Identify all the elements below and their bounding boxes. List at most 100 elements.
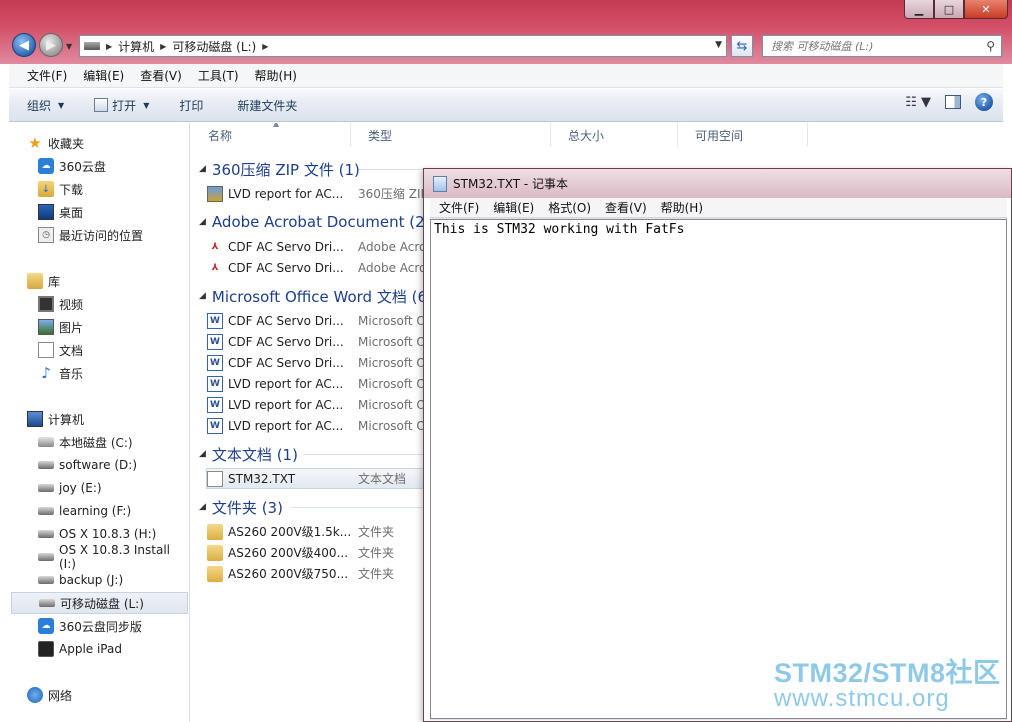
menu-tools[interactable]: 工具(T): [190, 65, 247, 87]
column-type[interactable]: 类型: [351, 123, 551, 147]
recent-pages-dropdown[interactable]: ▼: [66, 42, 72, 51]
np-menu-edit[interactable]: 编辑(E): [486, 198, 541, 218]
file-type: 文件夹: [358, 567, 395, 581]
column-free-space[interactable]: 可用空间: [678, 123, 808, 147]
group-folders[interactable]: ◢ 文件夹 (3): [199, 496, 283, 518]
caret-down-icon: ▼: [143, 100, 150, 110]
document-icon: [38, 342, 54, 358]
library-icon: [27, 273, 43, 289]
back-button[interactable]: ◀: [12, 33, 36, 57]
breadcrumb-removable-disk[interactable]: 可移动磁盘 (L:): [172, 38, 256, 55]
file-type: Microsoft O: [358, 334, 426, 349]
nav-libraries[interactable]: 库: [9, 270, 189, 292]
nav-item-apple-ipad[interactable]: Apple iPad: [9, 638, 189, 660]
nav-item-downloads[interactable]: ↓ 下载: [9, 178, 189, 200]
nav-drive-j[interactable]: backup (J:): [9, 569, 189, 591]
nav-label: Apple iPad: [59, 642, 122, 656]
group-text[interactable]: ◢ 文本文档 (1): [199, 443, 298, 465]
chevron-down-icon[interactable]: ▼: [715, 40, 722, 50]
star-icon: ★: [28, 134, 42, 152]
nav-item-recent-places[interactable]: ◷ 最近访问的位置: [9, 224, 189, 246]
nav-drive-f[interactable]: learning (F:): [9, 500, 189, 522]
nav-item-documents[interactable]: 文档: [9, 339, 189, 361]
file-name: CDF AC Servo Dri...: [228, 239, 344, 254]
address-bar[interactable]: ▶ 计算机 ▶ 可移动磁盘 (L:) ▶ ▼: [79, 35, 727, 57]
nav-drive-e[interactable]: joy (E:): [9, 477, 189, 499]
word-file-icon: W: [207, 396, 223, 413]
file-name: CDF AC Servo Dri...: [228, 355, 344, 370]
np-menu-help[interactable]: 帮助(H): [654, 198, 710, 218]
menu-help[interactable]: 帮助(H): [247, 65, 305, 87]
nav-label: 下载: [59, 182, 84, 197]
nav-label: 库: [48, 274, 61, 289]
group-word[interactable]: ◢ Microsoft Office Word 文档 (6): [199, 285, 433, 307]
np-menu-view[interactable]: 查看(V): [598, 198, 654, 218]
nav-item-desktop[interactable]: 桌面: [9, 201, 189, 223]
nav-item-360-cloud[interactable]: ☁ 360云盘: [9, 155, 189, 177]
refresh-button[interactable]: ⇆: [731, 35, 753, 57]
breadcrumb-computer[interactable]: 计算机: [118, 38, 154, 55]
menu-file[interactable]: 文件(F): [19, 65, 75, 87]
group-pdf[interactable]: ◢ Adobe Acrobat Document (2): [199, 211, 430, 233]
search-icon[interactable]: ⚲: [986, 39, 995, 53]
file-type: 文件夹: [358, 525, 395, 539]
nav-item-360-sync[interactable]: ☁ 360云盘同步版: [9, 615, 189, 637]
nav-network[interactable]: 网络: [9, 684, 189, 706]
nav-drive-h[interactable]: OS X 10.8.3 (H:): [9, 523, 189, 545]
column-total-size[interactable]: 总大小: [551, 123, 678, 147]
open-button[interactable]: 打开 ▼: [86, 92, 157, 118]
file-name: AS260 200V级400...: [228, 546, 349, 560]
word-file-icon: W: [207, 354, 223, 371]
recent-places-icon: ◷: [38, 227, 54, 243]
drive-icon: [38, 507, 54, 515]
nav-item-videos[interactable]: 视频: [9, 293, 189, 315]
nav-label: 桌面: [59, 205, 84, 220]
minimize-button[interactable]: ▁: [904, 0, 934, 19]
nav-label: 本地磁盘 (C:): [59, 435, 133, 450]
np-menu-format[interactable]: 格式(O): [541, 198, 598, 218]
file-type: Microsoft O: [358, 313, 426, 328]
nav-item-music[interactable]: ♪ 音乐: [9, 362, 189, 384]
nav-drive-l[interactable]: 可移动磁盘 (L:): [11, 592, 188, 614]
chevron-right-icon[interactable]: ▶: [160, 42, 166, 51]
notepad-titlebar[interactable]: STM32.TXT - 记事本: [424, 169, 1011, 198]
picture-icon: [38, 319, 54, 335]
search-box[interactable]: ⚲: [762, 35, 1002, 57]
notepad-menubar: 文件(F) 编辑(E) 格式(O) 查看(V) 帮助(H): [430, 198, 1007, 218]
nav-computer[interactable]: 计算机: [9, 408, 189, 430]
nav-item-pictures[interactable]: 图片: [9, 316, 189, 338]
nav-label: 可移动磁盘 (L:): [60, 596, 144, 611]
help-icon[interactable]: ?: [975, 93, 993, 111]
nav-drive-c[interactable]: 本地磁盘 (C:): [9, 431, 189, 453]
group-zip[interactable]: ◢ 360压缩 ZIP 文件 (1): [199, 158, 360, 180]
group-title: Adobe Acrobat Document (2): [211, 213, 431, 231]
np-menu-file[interactable]: 文件(F): [432, 198, 486, 218]
chevron-right-icon[interactable]: ▶: [106, 42, 112, 51]
nav-drive-i[interactable]: OS X 10.8.3 Install (I:): [9, 543, 189, 571]
nav-label: software (D:): [59, 458, 137, 472]
drive-icon: [38, 484, 54, 492]
nav-favorites[interactable]: ★ 收藏夹: [9, 132, 189, 154]
group-title: 360压缩 ZIP 文件 (1): [211, 160, 360, 179]
preview-pane-icon[interactable]: [945, 95, 961, 109]
menu-view[interactable]: 查看(V): [132, 65, 190, 87]
organize-button[interactable]: 组织 ▼: [19, 92, 72, 118]
file-type: Microsoft O: [358, 355, 426, 370]
column-name[interactable]: 名称: [191, 123, 351, 147]
maximize-button[interactable]: □: [934, 0, 964, 19]
nav-drive-d[interactable]: software (D:): [9, 454, 189, 476]
computer-icon: [27, 411, 43, 427]
forward-button[interactable]: ▶: [39, 33, 63, 57]
close-button[interactable]: ✕: [964, 0, 1008, 19]
file-name: AS260 200V级750...: [228, 567, 349, 581]
search-input[interactable]: [771, 39, 971, 53]
chevron-right-icon[interactable]: ▶: [262, 42, 268, 51]
word-file-icon: W: [207, 375, 223, 392]
new-folder-button[interactable]: 新建文件夹: [229, 92, 305, 118]
word-file-icon: W: [207, 333, 223, 350]
nav-label: 音乐: [59, 366, 84, 381]
menu-edit[interactable]: 编辑(E): [75, 65, 132, 87]
print-button[interactable]: 打印: [171, 92, 211, 118]
change-view-icon[interactable]: ☷ ▼: [905, 95, 931, 110]
notepad-text-area[interactable]: This is STM32 working with FatFs: [430, 219, 1007, 719]
